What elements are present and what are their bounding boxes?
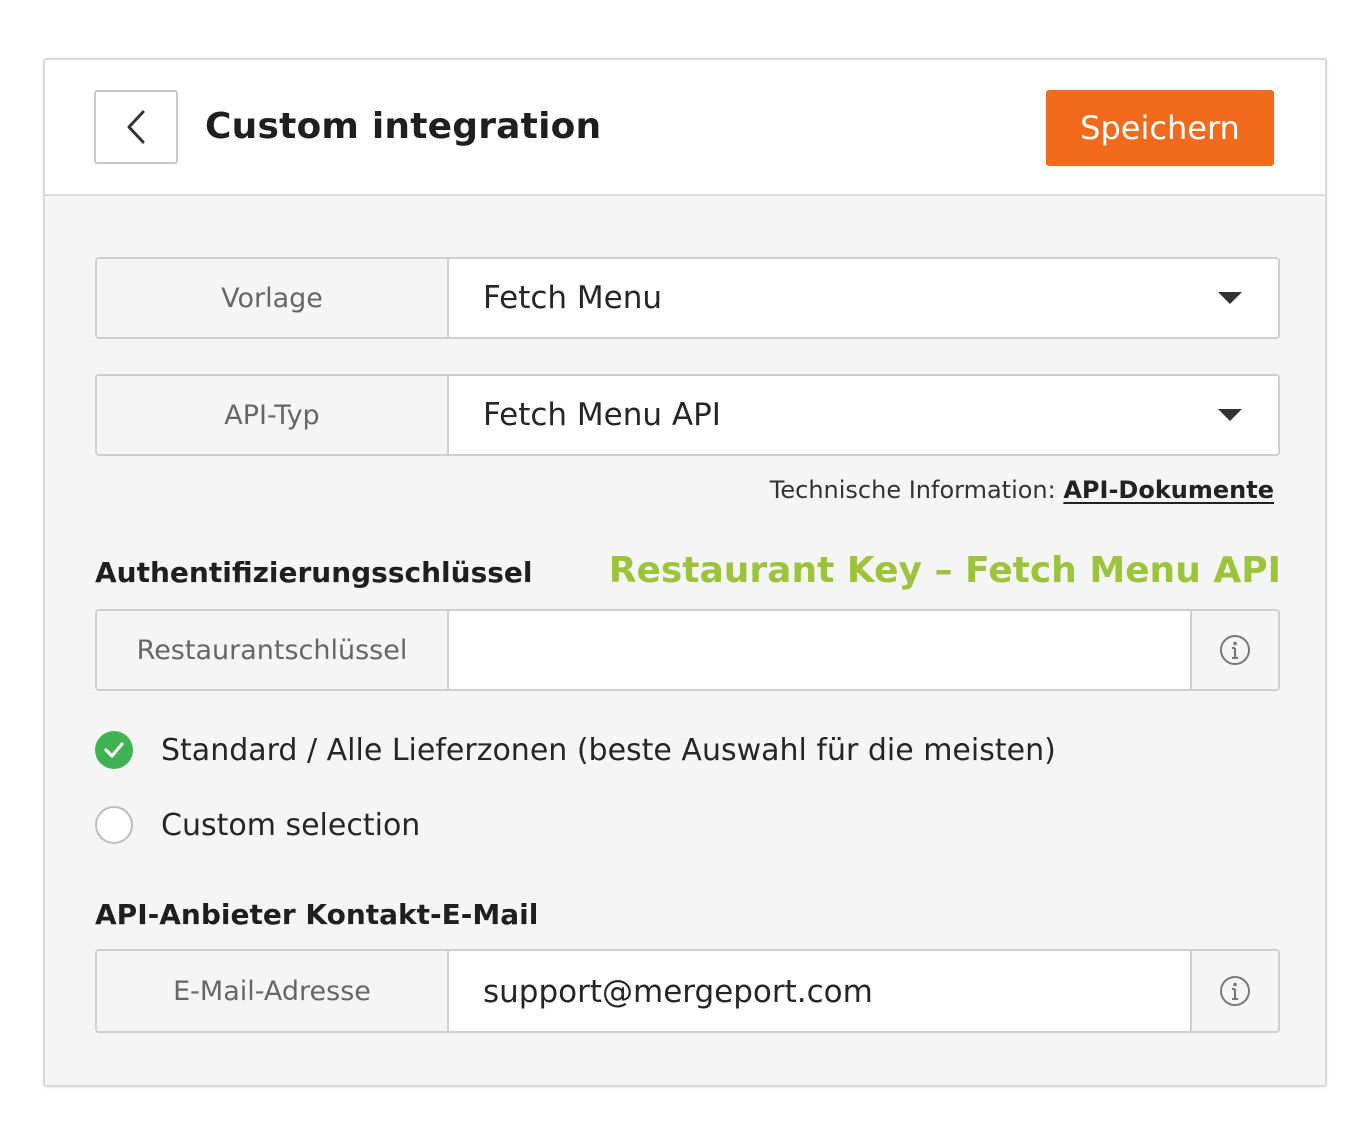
restaurant-key-info-button[interactable] [1190,611,1278,689]
info-circle-icon [1220,976,1250,1006]
radio-unchecked[interactable] [95,806,133,844]
page-title: Custom integration [205,106,602,147]
chevron-left-icon [127,110,145,144]
restaurant-key-label: Restaurantschlüssel [97,611,449,689]
caret-down-icon[interactable] [1218,409,1242,421]
email-info-button[interactable] [1190,951,1278,1031]
contact-email-field: E-Mail-Adresse [95,949,1280,1033]
save-button[interactable]: Speichern [1046,90,1274,166]
email-label: E-Mail-Adresse [97,951,449,1031]
delivery-option-custom[interactable]: Custom selection [95,806,420,844]
auth-section-title: Authentifizierungsschlüssel [95,556,533,589]
template-selected-text: Fetch Menu [483,280,663,316]
integration-card: Custom integration Speichern Vorlage Fet… [43,58,1327,1087]
template-label: Vorlage [97,259,449,337]
auth-annotation: Restaurant Key – Fetch Menu API [608,550,1281,591]
email-input[interactable] [449,951,1190,1031]
caret-down-icon[interactable] [1218,292,1242,304]
contact-section-title: API-Anbieter Kontakt-E-Mail [95,898,539,931]
delivery-option-standard-label: Standard / Alle Lieferzonen (beste Auswa… [161,732,1056,768]
api-type-select[interactable]: API-Typ Fetch Menu API [95,374,1280,456]
tech-info-prefix: Technische Information: [769,476,1064,504]
info-circle-icon [1220,635,1250,665]
check-icon [104,742,124,758]
api-type-selected-text: Fetch Menu API [483,397,721,433]
restaurant-key-input[interactable] [449,611,1190,689]
api-docs-link[interactable]: API-Dokumente [1063,476,1274,504]
back-button[interactable] [94,90,178,164]
api-type-label: API-Typ [97,376,449,454]
card-header: Custom integration Speichern [45,60,1325,196]
template-value[interactable]: Fetch Menu [449,259,1278,337]
restaurant-key-field: Restaurantschlüssel [95,609,1280,691]
radio-checked[interactable] [95,731,133,769]
delivery-option-custom-label: Custom selection [161,807,421,843]
tech-info: Technische Information: API-Dokumente [770,476,1274,504]
template-select[interactable]: Vorlage Fetch Menu [95,257,1280,339]
api-type-value[interactable]: Fetch Menu API [449,376,1278,454]
delivery-option-standard[interactable]: Standard / Alle Lieferzonen (beste Auswa… [95,731,1056,769]
